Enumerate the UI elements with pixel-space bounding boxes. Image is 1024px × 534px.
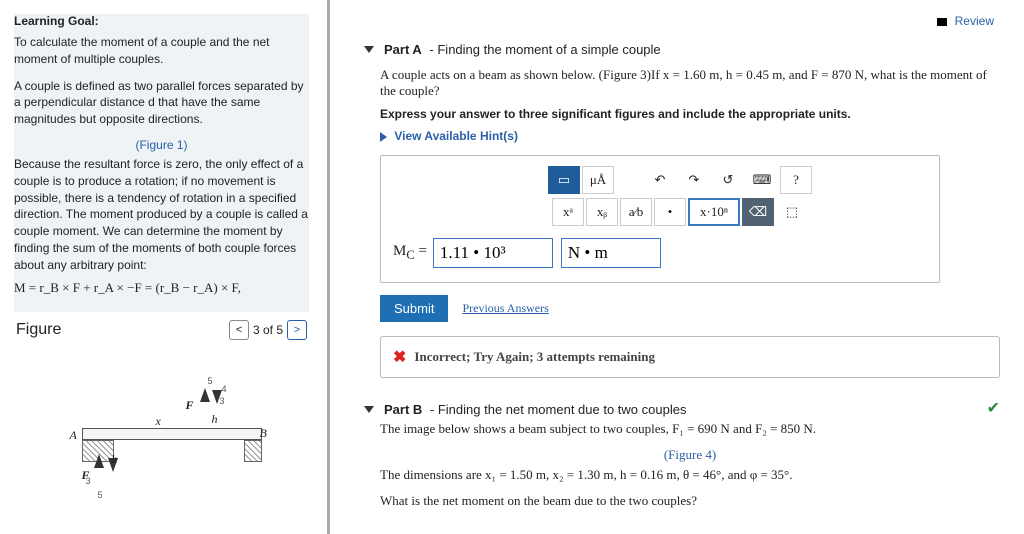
tool-redo[interactable]: ↷ [678,166,710,194]
figure-4-link[interactable]: (Figure 4) [664,447,716,462]
learning-goal-panel: Learning Goal: To calculate the moment o… [14,14,309,312]
eq-prefix: MC = [393,243,427,263]
diagram-label-F-upper: F [186,398,194,413]
diagram-label-h-lower: h [112,452,118,467]
tool-undo[interactable]: ↶ [644,166,676,194]
part-a-header[interactable]: Part A - Finding the moment of a simple … [364,36,1000,63]
learning-goal-text-1: To calculate the moment of a couple and … [14,34,309,68]
figure-pager: < 3 of 5 > [229,320,307,340]
part-a-bold: Part A [384,42,422,57]
collapse-icon [364,406,374,413]
couple-moment-formula: M = r_B × F + r_A × −F = (r_B − r_A) × F… [14,280,309,296]
part-b-line1: The image below shows a beam subject to … [380,419,1000,439]
tool-help[interactable]: ? [780,166,812,194]
part-b-line2: The dimensions are x₁ = 1.50 m, x₂ = 1.3… [380,465,1000,485]
submit-button[interactable]: Submit [380,295,448,322]
tool-delete[interactable]: ⌫ [742,198,774,226]
tool-reset[interactable]: ↺ [712,166,744,194]
tool-dot[interactable]: • [654,198,686,226]
part-a-instruction: Express your answer to three significant… [380,107,1000,121]
answer-value-input[interactable] [433,238,553,268]
review-icon [937,18,947,26]
incorrect-icon: ✖ [393,347,406,367]
figure-diagram: A B F F x h h 35 543 [52,366,272,506]
tool-keyboard[interactable]: ⌨ [746,166,778,194]
tool-scientific[interactable]: x·10ⁿ [688,198,740,226]
learning-goal-text-3: Because the resultant force is zero, the… [14,156,309,274]
view-hints[interactable]: View Available Hint(s) [380,129,1000,143]
feedback-text: Incorrect; Try Again; 3 attempts remaini… [414,349,655,365]
feedback-box: ✖ Incorrect; Try Again; 3 attempts remai… [380,336,1000,378]
tool-fraction[interactable]: a⁄b [620,198,652,226]
tool-picker-icon[interactable]: ⬚ [776,198,808,226]
review-link[interactable]: Review [955,14,994,28]
previous-answers-link[interactable]: Previous Answers [462,301,548,316]
part-b-bold: Part B [384,402,422,417]
diagram-label-B: B [260,426,267,441]
tool-units[interactable]: μÅ [582,166,614,194]
figure-prev-button[interactable]: < [229,320,249,340]
hints-arrow-icon [380,132,387,142]
diagram-label-x: x [156,414,161,429]
figure-page-label: 3 of 5 [253,323,283,337]
learning-goal-title: Learning Goal: [14,14,309,28]
answer-panel: ▭ μÅ ↶ ↷ ↺ ⌨ ? xᵃ xᵦ a⁄b • x·10ⁿ ⌫ ⬚ MC … [380,155,940,283]
answer-unit-input[interactable] [561,238,661,268]
learning-goal-text-2: A couple is defined as two parallel forc… [14,78,309,128]
tool-superscript[interactable]: xᵃ [552,198,584,226]
part-b-line3: What is the net moment on the beam due t… [380,491,1000,511]
part-b-header[interactable]: Part B - Finding the net moment due to t… [364,396,686,419]
tool-template[interactable]: ▭ [548,166,580,194]
part-b-correct-icon: ✔ [987,398,1000,418]
figure-section-title: Figure [16,321,61,339]
diagram-label-A: A [70,428,77,443]
part-a-question: A couple acts on a beam as shown below. … [380,67,1000,99]
tool-subscript[interactable]: xᵦ [586,198,618,226]
diagram-label-h-upper: h [212,412,218,427]
figure-1-link[interactable]: (Figure 1) [135,138,187,152]
figure-next-button[interactable]: > [287,320,307,340]
part-b-title: - Finding the net moment due to two coup… [426,402,686,417]
part-a-title: - Finding the moment of a simple couple [426,42,661,57]
collapse-icon [364,46,374,53]
